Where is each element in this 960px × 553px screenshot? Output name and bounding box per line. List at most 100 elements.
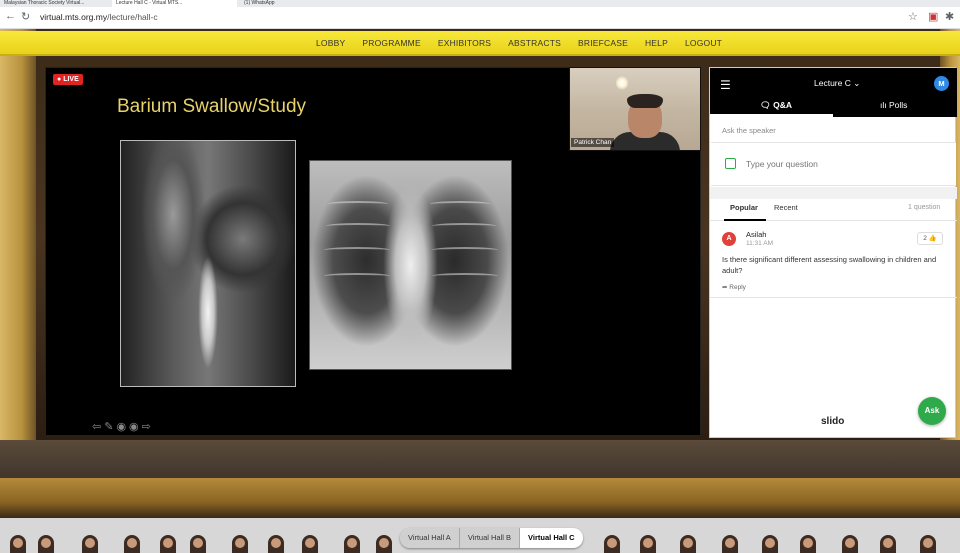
- slide-options-icon[interactable]: ◉: [129, 420, 139, 433]
- slide-next-icon[interactable]: ⇨: [142, 420, 151, 433]
- question-count: 1 question: [908, 204, 941, 211]
- thumbs-up-icon: 👍: [928, 235, 937, 242]
- audience-avatar: [842, 535, 858, 553]
- nav-abstracts[interactable]: ABSTRACTS: [508, 38, 561, 48]
- edit-question-icon: [725, 158, 736, 169]
- pen-icon[interactable]: ✎: [104, 420, 113, 433]
- browser-tab-label: Malaysian Thoracic Society Virtual...: [4, 0, 85, 6]
- question-author: Asilah: [746, 230, 767, 239]
- audience-avatar: [344, 535, 360, 553]
- audience-avatar: [722, 535, 738, 553]
- hamburger-menu-icon[interactable]: ☰: [720, 78, 731, 92]
- audience-avatar: [376, 535, 392, 553]
- audience-avatar: [10, 535, 26, 553]
- question-item: A Asilah 11:31 AM 2 👍 Is there significa…: [710, 222, 957, 298]
- browser-tab-active[interactable]: Lecture Hall C - Virtual MTS...: [112, 0, 237, 7]
- tab-polls[interactable]: ılı Polls: [880, 100, 907, 110]
- slido-logo: slido: [821, 416, 845, 427]
- tab-recent[interactable]: Recent: [774, 203, 798, 212]
- audience-avatar: [762, 535, 778, 553]
- live-badge: ● LIVE: [53, 74, 83, 85]
- hall-switcher: Virtual Hall A Virtual Hall B Virtual Ha…: [400, 528, 583, 548]
- hall-a-button[interactable]: Virtual Hall A: [400, 528, 460, 548]
- nav-programme[interactable]: PROGRAMME: [362, 38, 420, 48]
- stage-edge: [0, 478, 960, 518]
- question-time: 11:31 AM: [746, 240, 773, 247]
- browser-tab[interactable]: (1) WhatsApp: [240, 0, 360, 7]
- audience-avatar: [160, 535, 176, 553]
- audience-avatar: [124, 535, 140, 553]
- question-input-box[interactable]: [711, 142, 956, 186]
- nav-lobby[interactable]: LOBBY: [316, 38, 345, 48]
- reply-arrow-icon: ➦: [722, 284, 728, 291]
- audience-avatar: [920, 535, 936, 553]
- live-badge-label: LIVE: [63, 76, 79, 83]
- chest-xray-image: [309, 160, 512, 370]
- audience-avatar: [82, 535, 98, 553]
- url-field[interactable]: virtual.mts.org.my/lecture/hall-c: [40, 12, 158, 22]
- rib-shadow: [432, 223, 496, 229]
- slide-title: Barium Swallow/Study: [117, 96, 307, 117]
- rib-shadow: [324, 247, 390, 253]
- rib-shadow: [432, 273, 498, 279]
- stage-pillar-left: [0, 29, 36, 469]
- audience-avatar: [302, 535, 318, 553]
- audience-avatar: [640, 535, 656, 553]
- active-tab-indicator: [710, 114, 833, 117]
- presenter-hair: [627, 94, 663, 108]
- rib-shadow: [328, 201, 388, 207]
- address-bar: ← ↻ virtual.mts.org.my/lecture/hall-c ☆ …: [0, 7, 960, 29]
- question-list-tabs: Popular Recent 1 question: [710, 199, 957, 221]
- nav-exhibitors[interactable]: EXHIBITORS: [438, 38, 491, 48]
- tab-popular[interactable]: Popular: [730, 203, 758, 212]
- audience-avatar: [680, 535, 696, 553]
- event-selector[interactable]: Lecture C ⌄: [814, 78, 860, 89]
- like-button[interactable]: 2 👍: [917, 232, 943, 245]
- reload-icon[interactable]: ↻: [21, 10, 30, 23]
- question-author-avatar: A: [722, 232, 736, 246]
- slido-header: ☰ Lecture C ⌄ M 🗨 Q&A ılı Polls: [710, 68, 957, 117]
- rib-shadow: [326, 223, 390, 229]
- user-avatar[interactable]: M: [934, 76, 949, 91]
- tab-qa[interactable]: 🗨 Q&A: [760, 100, 792, 111]
- event-title: Lecture C: [814, 78, 851, 88]
- url-path: /lecture/hall-c: [107, 12, 158, 22]
- chevron-down-icon: ⌄: [853, 78, 861, 88]
- reply-label: Reply: [729, 284, 746, 291]
- browser-tab-label: (1) WhatsApp: [244, 0, 275, 6]
- reply-link[interactable]: ➦ Reply: [722, 283, 746, 291]
- audience-avatar: [232, 535, 248, 553]
- top-navigation: LOBBY PROGRAMME EXHIBITORS ABSTRACTS BRI…: [0, 31, 960, 56]
- audience-avatar: [880, 535, 896, 553]
- audience-avatar: [800, 535, 816, 553]
- bookmark-star-icon[interactable]: ☆: [908, 10, 918, 23]
- audience-avatar: [604, 535, 620, 553]
- rib-shadow: [324, 273, 390, 279]
- nav-help[interactable]: HELP: [645, 38, 668, 48]
- browser-tab[interactable]: Malaysian Thoracic Society Virtual...: [0, 0, 110, 7]
- ask-the-speaker-label: Ask the speaker: [722, 126, 776, 135]
- question-input[interactable]: [746, 159, 926, 169]
- browser-tab-label: Lecture Hall C - Virtual MTS...: [116, 0, 183, 6]
- slide-menu-icon[interactable]: ◉: [116, 420, 126, 433]
- hall-c-button[interactable]: Virtual Hall C: [520, 528, 583, 548]
- rib-shadow: [432, 247, 498, 253]
- barium-swallow-xray-image: [120, 140, 296, 387]
- hall-b-button[interactable]: Virtual Hall B: [459, 528, 521, 548]
- nav-logout[interactable]: LOGOUT: [685, 38, 722, 48]
- popular-tab-indicator: [724, 219, 766, 221]
- ask-button[interactable]: Ask: [918, 397, 946, 425]
- slide-prev-icon[interactable]: ⇦: [92, 420, 101, 433]
- puzzle-extensions-icon[interactable]: ✱: [945, 10, 954, 23]
- extension-icon[interactable]: ▣: [928, 10, 938, 23]
- audience-avatar: [190, 535, 206, 553]
- rib-shadow: [430, 201, 490, 207]
- nav-briefcase[interactable]: BRIEFCASE: [578, 38, 628, 48]
- ceiling-lamp: [616, 76, 628, 90]
- back-arrow-icon[interactable]: ←: [5, 10, 16, 22]
- slide-controls: ⇦ ✎ ◉ ◉ ⇨: [92, 420, 151, 433]
- section-divider: [710, 187, 957, 199]
- tab-polls-label: Polls: [889, 100, 908, 110]
- qa-icon: 🗨: [760, 100, 771, 110]
- browser-tab-strip: Malaysian Thoracic Society Virtual... Le…: [0, 0, 960, 7]
